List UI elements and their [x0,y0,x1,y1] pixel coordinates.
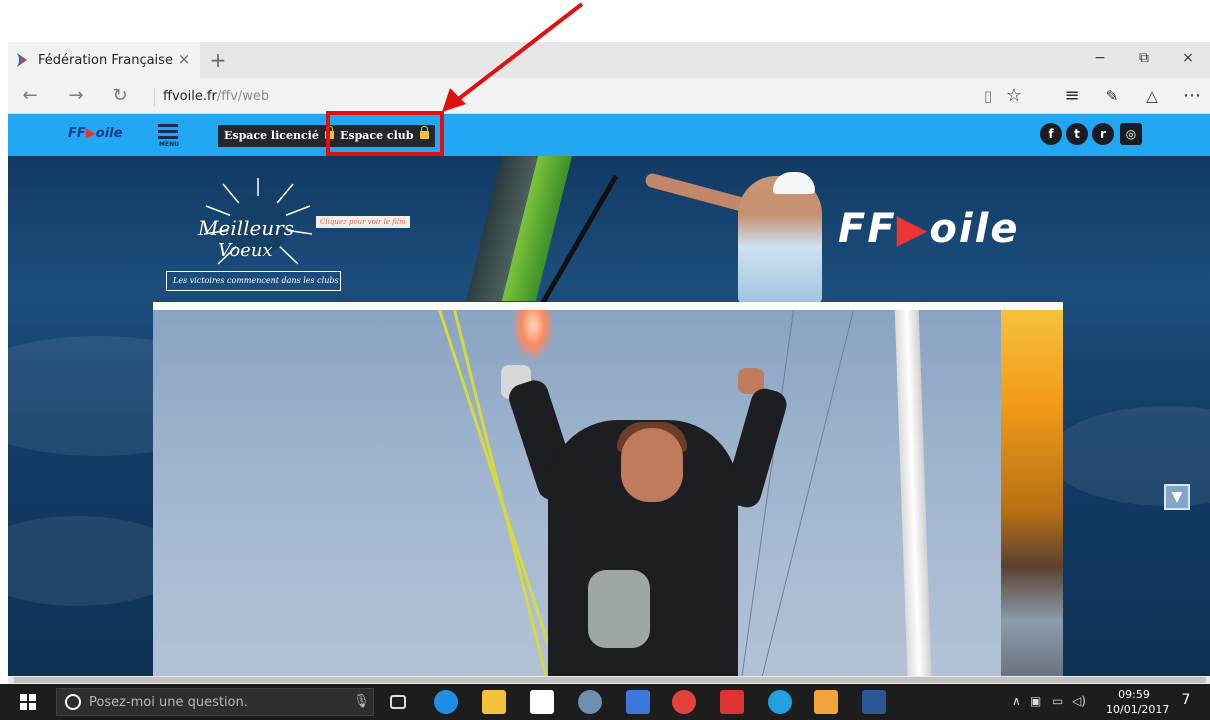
browser-tab-bar: Fédération Française de × + − ⧉ × [8,42,1210,78]
media-player-icon[interactable] [578,690,602,714]
system-clock[interactable]: 09:59 10/01/2017 [1106,687,1170,717]
rss-icon[interactable]: r [1092,123,1114,145]
tray-chevron-icon[interactable]: ∧ [1012,694,1021,708]
volume-icon[interactable]: ◁) [1072,694,1086,708]
hamburger-icon [158,136,178,139]
hero-logo-sail-glyph: ▶ [896,206,930,252]
espace-licencie-label: Espace licencié [224,129,319,142]
screenshot-root: Fédération Française de × + − ⧉ × ← → ↻ … [0,0,1210,720]
hamburger-icon [158,130,178,133]
hero-logo-prefix: FF [838,206,897,252]
logo-suffix: oile [95,126,123,141]
start-tile [29,703,36,710]
new-tab-icon[interactable]: + [206,48,230,72]
edge-icon[interactable] [434,690,458,714]
clock-date: 10/01/2017 [1106,703,1170,716]
slide-current[interactable] [153,310,1001,676]
logo-prefix: FF [68,126,86,141]
start-tile [20,694,27,701]
url-path: /ffv/web [216,89,270,104]
flare-glow [513,310,553,360]
restore-icon[interactable]: ⧉ [1126,50,1162,72]
float-bag [588,570,650,648]
white-mast [894,310,932,676]
tab-close-icon[interactable]: × [174,50,194,68]
task-view-icon[interactable] [390,695,406,709]
search-placeholder: Posez-moi une question. [89,695,248,710]
scrollbar-thumb[interactable] [14,677,1206,683]
reading-view-icon[interactable]: ▯ [974,84,1002,108]
meilleurs-voeux-badge[interactable]: Meilleurs Voeux Les victoires commencent… [158,176,358,301]
espace-licencie-button[interactable]: Espace licencié [218,125,340,147]
slide-next-preview[interactable] [1001,310,1063,676]
favorite-star-icon[interactable]: ☆ [1000,84,1028,108]
forward-icon[interactable]: → [62,84,90,108]
word-icon[interactable] [862,690,886,714]
ffvoile-logo[interactable]: FF▶oile [68,126,122,141]
voeux-click-label[interactable]: Cliquez pour voir le film [316,216,410,228]
start-tile [20,703,27,710]
twitter-icon[interactable]: t [1066,123,1088,145]
start-tile [29,694,36,701]
tab-title: Fédération Française de [38,52,176,68]
outlook-icon[interactable] [626,690,650,714]
news-slider [153,302,1063,676]
cortana-icon [65,694,81,710]
windsurfer-photo [465,156,838,308]
person-head [621,428,683,502]
microphone-icon[interactable]: 🎙 [353,694,370,710]
facebook-icon[interactable]: f [1040,123,1062,145]
athlete-figure [738,176,822,304]
menu-label: MENU [159,141,179,148]
annotation-highlight-box [326,111,444,156]
scroll-down-icon[interactable]: ▼ [1164,484,1190,510]
browser-address-bar: ← → ↻ ffvoile.fr/ffv/web ▯ ☆ ≡ ✎ △ ⋯ [8,78,1210,114]
more-actions-icon[interactable]: ⋯ [1178,84,1206,108]
store-icon[interactable] [530,690,554,714]
action-center-icon[interactable]: 7 [1176,692,1196,712]
hamburger-icon [158,124,178,127]
url-domain: ffvoile.fr [163,89,217,104]
share-icon[interactable]: △ [1138,84,1166,108]
site-header: FF▶oile MENU Espace licencié Espace club… [8,114,1210,156]
hero-ffvoile-logo: FF▶oile [838,206,1019,252]
network-icon[interactable]: ▣ [1030,694,1041,708]
back-icon[interactable]: ← [16,84,44,108]
windows-taskbar: Posez-moi une question. 🎙 ∧ ▣ ▭ ◁) 09:59… [0,684,1210,720]
clock-time: 09:59 [1118,688,1150,701]
voeux-subtitle: Voeux [218,240,273,261]
menu-button[interactable]: MENU [158,121,180,149]
horizontal-scrollbar[interactable] [8,676,1210,684]
logo-sail-glyph: ▶ [85,126,96,141]
outlook-mail-icon[interactable] [814,690,838,714]
windows-start-icon[interactable] [20,694,36,710]
annotation-margin [0,0,1210,40]
file-explorer-icon[interactable] [482,690,506,714]
cortana-search-box[interactable]: Posez-moi une question. 🎙 [56,688,374,716]
chrome-icon[interactable] [672,690,696,714]
hub-icon[interactable]: ≡ [1058,84,1086,108]
hero-logo-suffix: oile [929,206,1020,252]
browser-tab-active[interactable]: Fédération Française de × [8,42,200,78]
app-icon[interactable] [720,690,744,714]
refresh-icon[interactable]: ↻ [106,84,134,108]
notification-count: 7 [1181,692,1191,708]
voeux-title: Meilleurs [198,216,295,240]
battery-icon[interactable]: ▭ [1052,694,1063,708]
web-note-icon[interactable]: ✎ [1098,84,1126,108]
hero-banner: Meilleurs Voeux Les victoires commencent… [8,156,1210,676]
minimize-icon[interactable]: − [1082,50,1118,72]
athlete-cap [773,172,815,194]
ffvoile-favicon-icon [17,53,27,67]
voeux-ribbon: Les victoires commencent dans les clubs [166,271,341,291]
media-icon[interactable]: ◎ [1120,123,1142,145]
url-field[interactable]: ffvoile.fr/ffv/web [154,88,269,106]
close-window-icon[interactable]: × [1170,50,1206,72]
skype-icon[interactable] [768,690,792,714]
